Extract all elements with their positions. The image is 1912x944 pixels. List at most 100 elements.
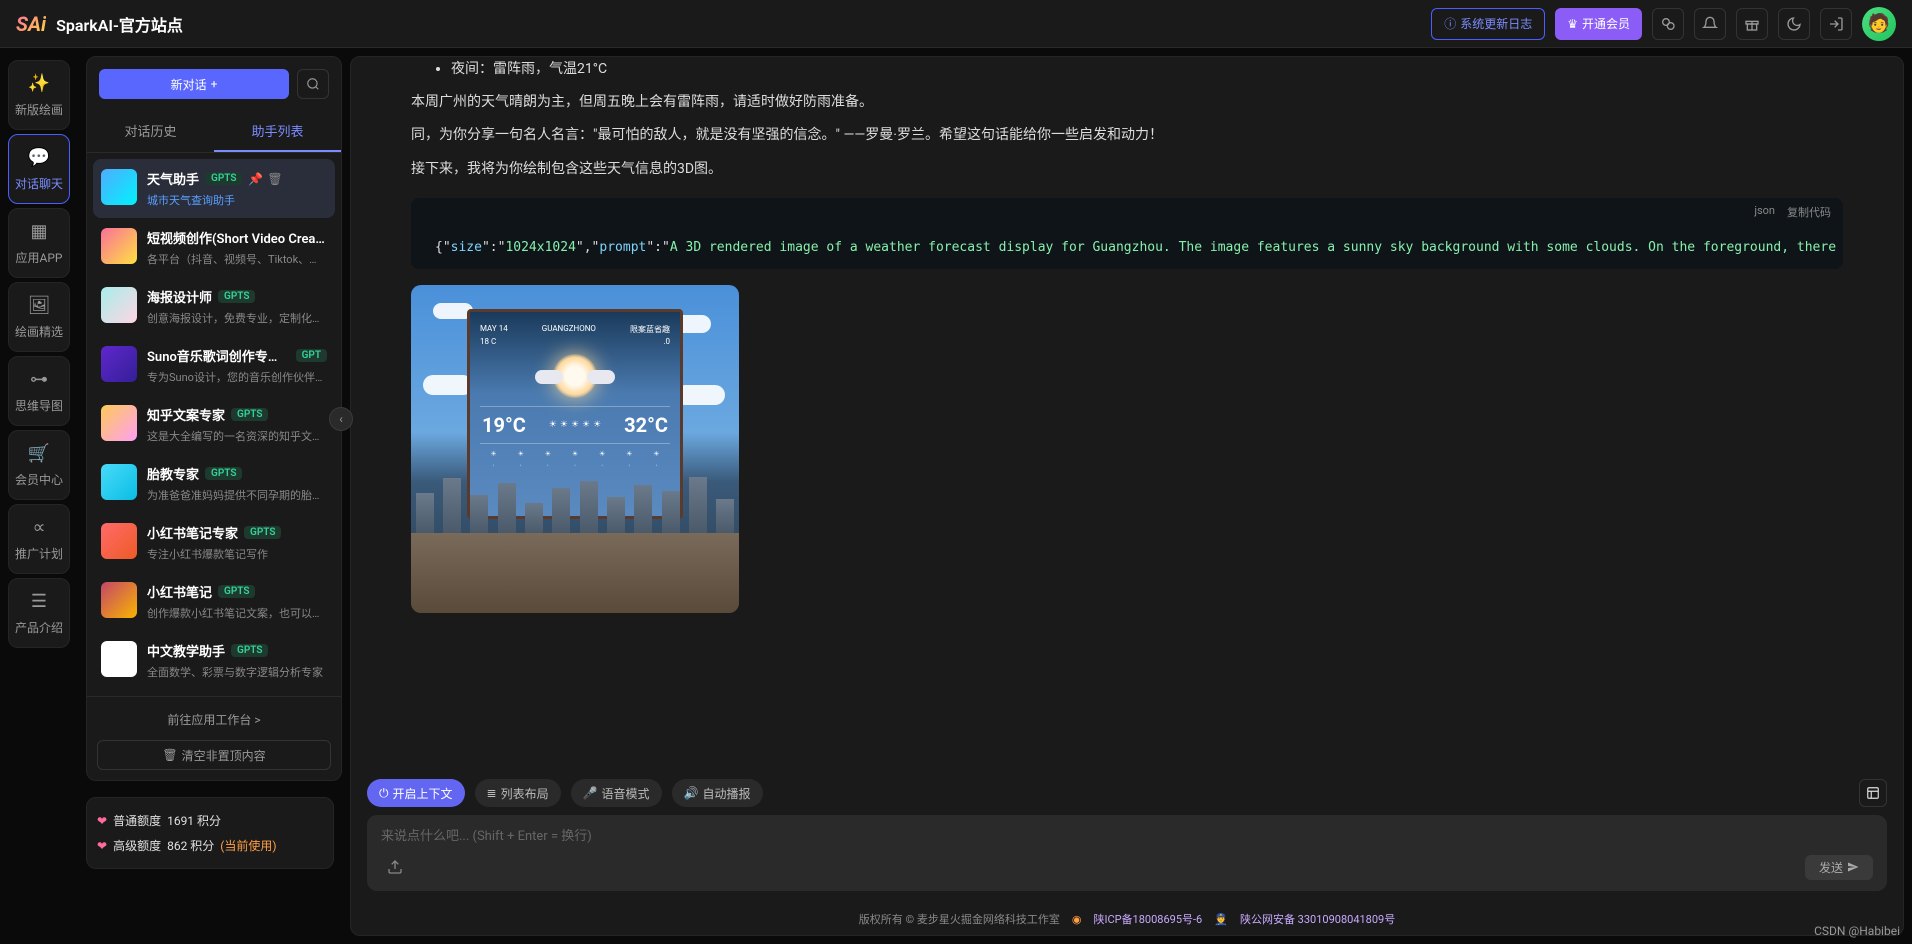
upload-button[interactable] <box>381 853 409 881</box>
gpts-badge: GPTS <box>231 408 268 421</box>
gpts-badge: GPTS <box>244 526 281 539</box>
police-badge-icon: 👮 <box>1214 913 1228 926</box>
avatar[interactable]: 🧑 <box>1862 7 1896 41</box>
clear-label: 清空非置顶内容 <box>182 747 266 764</box>
opt-context-toggle[interactable]: ⏻开启上下文 <box>367 779 465 807</box>
nav-label: 应用APP <box>16 249 63 266</box>
opt-auto-toggle[interactable]: 🔊自动播报 <box>672 779 763 807</box>
generated-weather-image[interactable]: MAY 14GUANGZHONO限案蓝省趣 18 C.0 19°C☀☀☀☀☀32… <box>411 285 739 613</box>
content: 夜间：雷阵雨，气温21°C 本周广州的天气晴朗为主，但周五晚上会有雷阵雨，请适时… <box>350 56 1904 936</box>
footer: 版权所有 © 麦步星火掘金网络科技工作室 ◉ 陕ICP备18008695号-6 … <box>351 903 1903 935</box>
nav-item-member[interactable]: 🛒会员中心 <box>8 430 70 500</box>
topbar: SAi SparkAI-官方站点 ⓘ 系统更新日志 ♛ 开通会员 🧑 <box>0 0 1912 48</box>
nav-item-draw[interactable]: ✨ 新版绘画 <box>8 60 70 130</box>
nav-label: 绘画精选 <box>15 323 63 340</box>
assistant-name: 中文教学助手 <box>147 641 225 660</box>
magic-icon: ✨ <box>28 73 50 95</box>
msg-paragraph: 同，为你分享一句名人名言："最可怕的敌人，就是没有坚强的信念。" ——罗曼·罗兰… <box>411 123 1843 148</box>
assistant-item[interactable]: 海报设计师GPTS 创意海报设计，免费专业，定制化视… <box>93 277 335 336</box>
collapse-sidebar-button[interactable]: ‹ <box>329 407 353 431</box>
chat-icon: 💬 <box>28 147 50 169</box>
gpts-badge: GPTS <box>218 585 255 598</box>
nav-label: 产品介绍 <box>15 619 63 636</box>
icp-link[interactable]: 陕ICP备18008695号-6 <box>1093 911 1202 927</box>
gpts-badge: GPTS <box>205 172 242 185</box>
wechat-icon[interactable] <box>1652 8 1684 40</box>
assistant-name: 短视频创作(Short Video Creati… <box>147 228 327 247</box>
nav-item-about[interactable]: ☰产品介绍 <box>8 578 70 648</box>
opt-layout-toggle[interactable]: ≣ 列表布局 <box>475 779 561 807</box>
send-button[interactable]: 发送 <box>1805 855 1873 880</box>
speaker-icon: 🔊 <box>684 786 699 800</box>
bell-icon[interactable] <box>1694 8 1726 40</box>
send-label: 发送 <box>1819 859 1843 876</box>
assistant-name: 小红书笔记 <box>147 582 212 601</box>
logo: SAi <box>16 12 46 36</box>
tab-assistants[interactable]: 助手列表 <box>214 111 341 152</box>
nav-label: 新版绘画 <box>15 101 63 118</box>
assistant-name: Suno音乐歌词创作专家v3.0 <box>147 346 290 365</box>
nav-item-chat[interactable]: 💬 对话聊天 <box>8 134 70 204</box>
trash-icon: 🗑 <box>162 748 177 762</box>
update-log-label: 系统更新日志 <box>1460 15 1532 32</box>
opt-voice-toggle[interactable]: 🎤语音模式 <box>571 779 662 807</box>
assistant-item[interactable]: 知乎文案专家GPTS 这是大全编写的一名资深的知乎文案… <box>93 395 335 454</box>
tab-history[interactable]: 对话历史 <box>87 111 214 152</box>
new-chat-button[interactable]: 新对话 + <box>99 69 289 99</box>
search-button[interactable] <box>297 69 329 99</box>
input-placeholder: 来说点什么吧... (Shift + Enter = 换行) <box>381 825 1873 844</box>
assistant-item[interactable]: 天气助手GPTS📌🗑 城市天气查询助手 <box>93 159 335 218</box>
theme-icon[interactable] <box>1778 8 1810 40</box>
heart-icon: ❤ <box>97 814 107 828</box>
pin-icon[interactable]: 📌 <box>248 172 263 186</box>
assistant-name: 海报设计师 <box>147 287 212 306</box>
premium-button[interactable]: ♛ 开通会员 <box>1555 8 1642 40</box>
assistant-avatar <box>101 287 137 323</box>
assistant-desc: 全面数学、彩票与数字逻辑分析专家 <box>147 664 327 680</box>
goto-workbench-link[interactable]: 前往应用工作台 > <box>97 707 331 732</box>
assistant-item[interactable]: 小红书笔记GPTS 创作爆款小红书笔记文案，也可以用… <box>93 572 335 631</box>
assistant-item[interactable]: 中文教学助手GPTS 全面数学、彩票与数字逻辑分析专家 <box>93 631 335 690</box>
heart-icon: ❤ <box>97 839 107 853</box>
delete-icon[interactable]: 🗑 <box>267 172 282 186</box>
nav-item-gallery[interactable]: 🖼绘画精选 <box>8 282 70 352</box>
copyright-text: 版权所有 © 麦步星火掘金网络科技工作室 <box>859 911 1060 927</box>
list-icon: ≣ <box>487 786 497 800</box>
assistant-item[interactable]: 胎教专家GPTS 为准爸爸准妈妈提供不同孕期的胎教… <box>93 454 335 513</box>
mindmap-icon: ⊶ <box>28 369 50 391</box>
app-title: SparkAI-官方站点 <box>56 12 183 36</box>
settings-button[interactable] <box>1859 779 1887 807</box>
update-log-button[interactable]: ⓘ 系统更新日志 <box>1431 8 1545 40</box>
msg-paragraph: 本周广州的天气晴朗为主，但周五晚上会有雷阵雨，请适时做好防雨准备。 <box>411 90 1843 115</box>
clear-pinned-button[interactable]: 🗑 清空非置顶内容 <box>97 740 331 770</box>
info-icon: ⓘ <box>1444 15 1456 32</box>
assistant-desc: 专为Suno设计，您的音乐创作伙伴，… <box>147 369 327 385</box>
opt-label: 语音模式 <box>602 785 650 802</box>
new-chat-label: 新对话 <box>171 76 207 93</box>
copy-code-button[interactable]: 复制代码 <box>1787 204 1831 220</box>
assistant-desc: 城市天气查询助手 <box>147 192 327 208</box>
gift-icon[interactable] <box>1736 8 1768 40</box>
assistant-avatar <box>101 641 137 677</box>
police-link[interactable]: 陕公网安备 33010908041809号 <box>1240 911 1395 927</box>
chat-area: 夜间：雷阵雨，气温21°C 本周广州的天气晴朗为主，但周五晚上会有雷阵雨，请适时… <box>351 57 1903 771</box>
quota-in-use: (当前使用) <box>220 837 276 854</box>
opt-label: 列表布局 <box>501 785 549 802</box>
chat-input[interactable]: 来说点什么吧... (Shift + Enter = 换行) 发送 <box>367 815 1887 891</box>
nav-item-promo[interactable]: ∝推广计划 <box>8 504 70 574</box>
gpts-badge: GPT <box>296 349 327 362</box>
assistant-item[interactable]: 短视频创作(Short Video Creati… 各平台（抖音、视频号、Tik… <box>93 218 335 277</box>
cart-icon: 🛒 <box>28 443 50 465</box>
plus-icon: + <box>211 77 218 91</box>
assistant-item[interactable]: 小红书笔记专家 GPTS 专注小红书爆款笔记写作 <box>93 513 335 572</box>
assistant-item[interactable]: Suno音乐歌词创作专家v3.0 GPT 专为Suno设计，您的音乐创作伙伴，… <box>93 336 335 395</box>
assistant-desc: 专注小红书爆款笔记写作 <box>147 546 327 562</box>
assistant-avatar <box>101 169 137 205</box>
nav-label: 对话聊天 <box>15 175 63 192</box>
msg-paragraph: 接下来，我将为你绘制包含这些天气信息的3D图。 <box>411 157 1843 182</box>
nav-item-apps[interactable]: ▦应用APP <box>8 208 70 278</box>
assistant-avatar <box>101 346 137 382</box>
assistant-name: 小红书笔记专家 <box>147 523 238 542</box>
logout-icon[interactable] <box>1820 8 1852 40</box>
nav-item-mindmap[interactable]: ⊶思维导图 <box>8 356 70 426</box>
